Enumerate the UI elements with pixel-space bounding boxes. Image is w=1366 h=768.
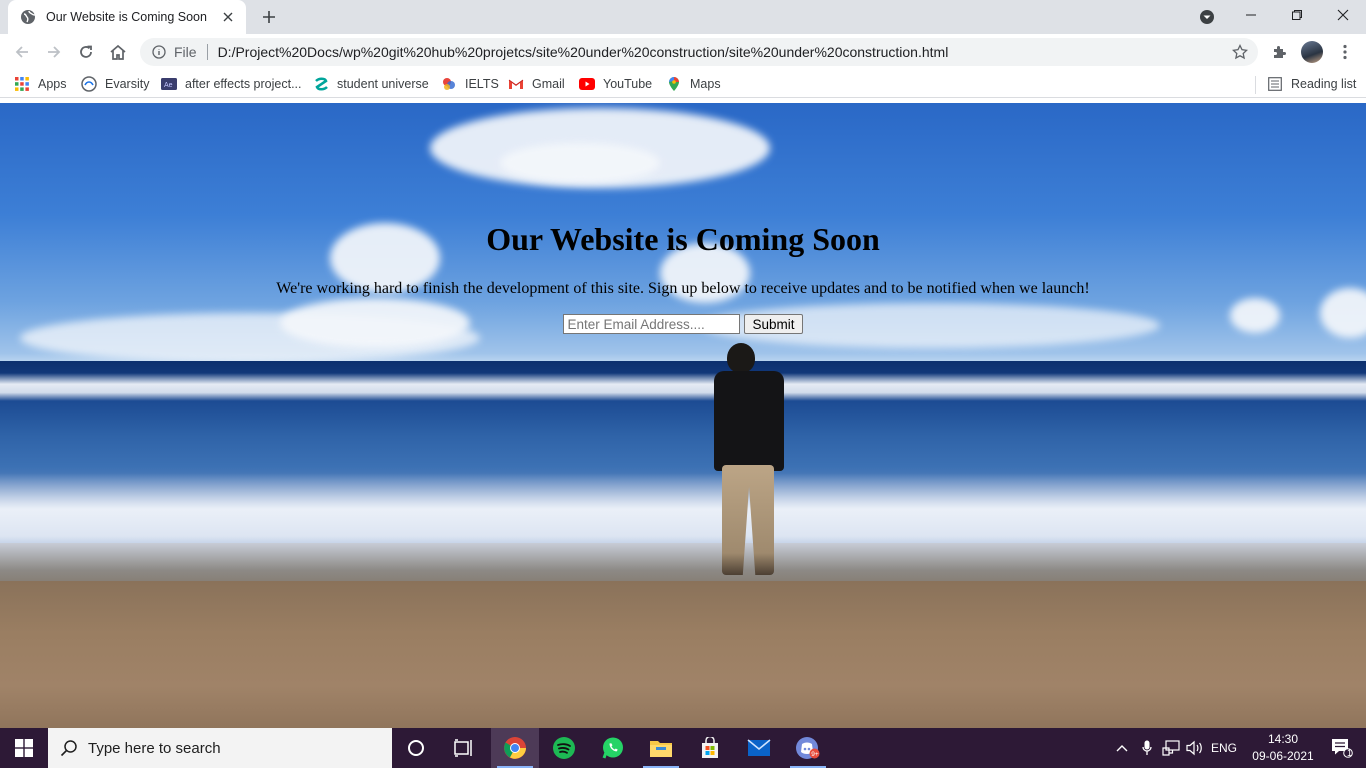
bookmark-label: Apps (38, 77, 67, 91)
bookmark-evarsity[interactable]: Evarsity (81, 76, 149, 92)
taskbar-search-box[interactable]: Type here to search (48, 728, 392, 768)
back-button[interactable] (12, 42, 32, 62)
bookmark-label: student universe (337, 77, 429, 91)
bookmark-maps[interactable]: Maps (666, 76, 721, 92)
clock-time: 14:30 (1267, 732, 1299, 746)
clock-date: 09-06-2021 (1252, 749, 1314, 763)
forward-button[interactable] (44, 42, 64, 62)
maps-icon (666, 76, 682, 92)
tab-strip: Our Website is Coming Soon (0, 0, 1366, 34)
notification-count: 1 (1347, 748, 1353, 758)
bookmark-apps[interactable]: Apps (14, 76, 67, 92)
bookmarks-divider (1255, 76, 1256, 94)
svg-text:9+: 9+ (811, 751, 819, 758)
bookmark-gmail[interactable]: Gmail (508, 76, 565, 92)
bookmark-label: Maps (690, 77, 721, 91)
bookmark-star-icon[interactable] (1231, 43, 1249, 60)
microphone-icon[interactable] (1137, 728, 1157, 768)
submit-button[interactable]: Submit (744, 314, 803, 334)
search-icon (60, 739, 78, 757)
bookmark-youtube[interactable]: YouTube (579, 76, 652, 92)
bookmark-label: IELTS (465, 77, 499, 91)
reading-list-icon (1267, 76, 1283, 92)
network-icon[interactable] (1160, 728, 1182, 768)
gmail-icon (508, 76, 524, 92)
evarsity-icon (81, 76, 97, 92)
apps-grid-icon (14, 76, 30, 92)
bookmark-after-effects[interactable]: Ae after effects project... (161, 76, 302, 92)
minimize-window-button[interactable] (1228, 0, 1274, 30)
close-tab-icon[interactable] (220, 9, 236, 25)
mail-icon[interactable] (735, 728, 783, 768)
microsoft-store-icon[interactable] (686, 728, 734, 768)
discord-icon[interactable]: 9+ (784, 728, 832, 768)
address-bar[interactable]: File D:/Project%20Docs/wp%20git%20hub%20… (140, 38, 1258, 66)
show-hidden-icons-icon[interactable] (1112, 728, 1132, 768)
whatsapp-icon[interactable] (589, 728, 637, 768)
reload-button[interactable] (76, 42, 96, 62)
bookmark-label: after effects project... (185, 77, 302, 91)
search-placeholder: Type here to search (88, 739, 221, 757)
bookmark-label: Evarsity (105, 77, 150, 91)
page-heading: Our Website is Coming Soon (486, 221, 880, 257)
profile-avatar[interactable] (1301, 41, 1323, 63)
windows-taskbar: Type here to search 9+ ENG 14:30 09-06-2… (0, 728, 1366, 768)
new-tab-button[interactable] (258, 6, 280, 28)
email-input[interactable] (563, 314, 741, 334)
globe-icon (20, 9, 36, 25)
reading-list-label: Reading list (1291, 77, 1357, 91)
coming-soon-section: Our Website is Coming Soon We're working… (0, 221, 1366, 334)
file-explorer-icon[interactable] (637, 728, 685, 768)
youtube-icon (579, 76, 595, 92)
home-button[interactable] (108, 42, 128, 62)
cortana-icon[interactable] (392, 728, 440, 768)
task-view-icon[interactable] (440, 728, 488, 768)
action-center-button[interactable]: 1 (1318, 728, 1366, 768)
tab-search-icon[interactable] (1198, 8, 1216, 26)
close-window-button[interactable] (1320, 0, 1366, 30)
tab-title: Our Website is Coming Soon (46, 10, 207, 24)
extensions-icon[interactable] (1270, 42, 1290, 62)
signup-form: Submit (0, 314, 1366, 334)
bookmark-label: Gmail (532, 77, 565, 91)
bookmark-label: YouTube (603, 77, 653, 91)
start-button[interactable] (0, 728, 48, 768)
bookmark-student-universe[interactable]: student universe (313, 76, 429, 92)
svg-text:Ae: Ae (164, 82, 173, 89)
site-info-icon[interactable] (152, 45, 166, 59)
bookmark-ielts[interactable]: IELTS (441, 76, 499, 92)
url-scheme-label: File (174, 44, 197, 60)
reading-list-button[interactable]: Reading list (1267, 76, 1356, 92)
url-divider (206, 44, 208, 60)
browser-tab[interactable]: Our Website is Coming Soon (8, 0, 246, 34)
url-text[interactable]: D:/Project%20Docs/wp%20git%20hub%20proje… (218, 44, 949, 60)
page-viewport: Our Website is Coming Soon We're working… (0, 103, 1366, 728)
language-indicator[interactable]: ENG (1208, 728, 1240, 768)
chrome-icon[interactable] (491, 728, 539, 768)
spotify-icon[interactable] (540, 728, 588, 768)
student-universe-icon (313, 76, 329, 92)
browser-menu-icon[interactable] (1335, 42, 1355, 62)
after-effects-icon: Ae (161, 76, 177, 92)
restore-window-button[interactable] (1274, 0, 1320, 30)
volume-icon[interactable] (1184, 728, 1206, 768)
windows-logo-icon (15, 739, 33, 757)
page-subtext: We're working hard to finish the develop… (276, 280, 1090, 297)
taskbar-clock[interactable]: 14:30 09-06-2021 (1248, 731, 1318, 765)
ielts-icon (441, 76, 457, 92)
bookmarks-bar: Apps Evarsity Ae after effects project..… (0, 70, 1366, 98)
